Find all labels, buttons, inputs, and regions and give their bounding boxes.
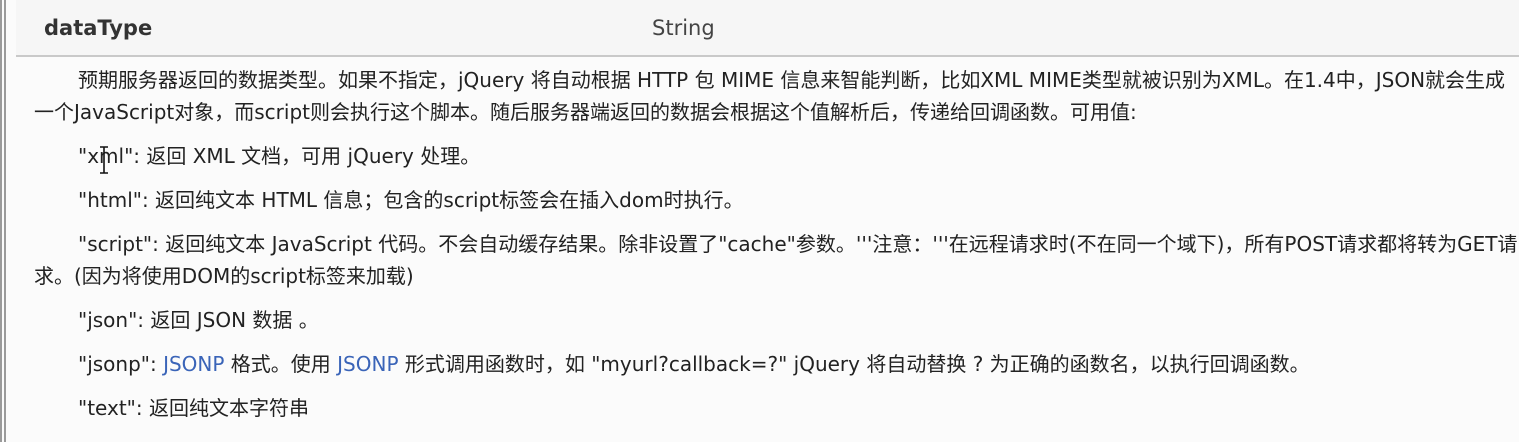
jsonp-link-2[interactable]: JSONP — [337, 352, 398, 376]
jsonp-mid: 格式。使用 — [224, 352, 338, 376]
description-intro: 预期服务器返回的数据类型。如果不指定，jQuery 将自动根据 HTTP 包 M… — [34, 68, 1506, 124]
jsonp-suffix: 形式调用函数时，如 "myurl?callback=?" jQuery 将自动替… — [398, 352, 1310, 376]
option-json: "json": 返回 JSON 数据 。 — [78, 308, 319, 332]
doc-frame: dataType String 预期服务器返回的数据类型。如果不指定，jQuer… — [0, 0, 1519, 442]
param-type: String — [652, 16, 715, 40]
text-cursor-icon — [100, 146, 108, 174]
param-name: dataType — [44, 16, 153, 40]
jsonp-link[interactable]: JSONP — [163, 352, 224, 376]
option-jsonp: "jsonp": JSONP 格式。使用 JSONP 形式调用函数时，如 "my… — [34, 348, 1519, 380]
option-xml: "xml": 返回 XML 文档，可用 jQuery 处理。 — [78, 144, 481, 168]
option-text: "text": 返回纯文本字符串 — [78, 396, 309, 420]
param-header-row: dataType String — [16, 0, 1519, 57]
jsonp-prefix: "jsonp": — [78, 352, 164, 376]
option-script: "script": 返回纯文本 JavaScript 代码。不会自动缓存结果。除… — [34, 232, 1518, 288]
param-description: 预期服务器返回的数据类型。如果不指定，jQuery 将自动根据 HTTP 包 M… — [34, 64, 1519, 424]
option-html: "html": 返回纯文本 HTML 信息；包含的script标签会在插入dom… — [78, 188, 744, 212]
